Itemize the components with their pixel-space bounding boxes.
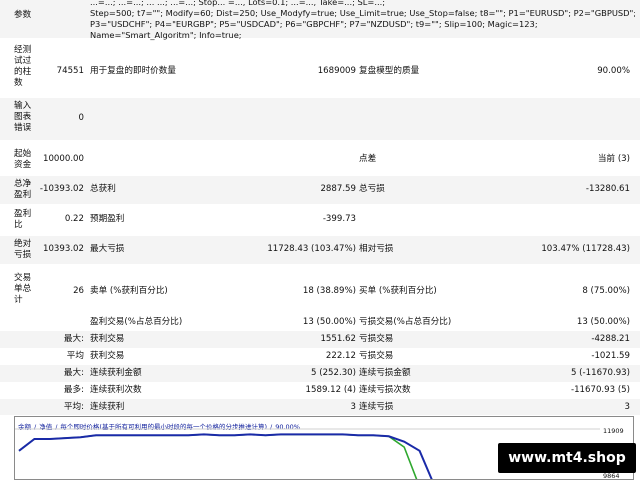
- average-row: 平均 获利交易 222.12 亏损交易 -1021.59: [0, 348, 640, 365]
- expected-payoff-value: -399.73: [322, 214, 356, 224]
- modelling-quality-value: 90.00%: [597, 66, 630, 76]
- spread-label: 点差: [359, 154, 377, 164]
- short-positions-value: 18 (38.89%): [302, 286, 356, 296]
- profit-factor-value: 0.22: [64, 214, 84, 224]
- balance-line: [18, 433, 433, 479]
- bars-tested-row: 经测试过的柱数 74551 用于复盘的即时价数量 1689009 复盘模型的质量…: [0, 42, 640, 98]
- maximal-drawdown-value: 11728.43 (103.47%): [267, 244, 356, 254]
- avg-consecutive-wins-value: 3: [350, 402, 356, 412]
- profit-factor-row: 盈利比 0.22 预期盈利 -399.73: [0, 206, 640, 234]
- parameters-text: ...=...; ...=...; ... ...; ...=...; Stop…: [90, 0, 635, 41]
- average-loss-value: -1021.59: [591, 351, 630, 361]
- largest-profit-value: 1551.62: [320, 334, 356, 344]
- spread-value: 当前 (3): [597, 154, 630, 164]
- gross-loss-value: -13280.61: [585, 184, 630, 194]
- max-consecutive-label: 最大:: [63, 368, 84, 378]
- win-loss-row: 盈利交易(%占总百分比) 13 (50.00%) 亏损交易(%占总百分比) 13…: [0, 314, 640, 331]
- largest-profit-label: 获利交易: [90, 334, 125, 344]
- max-consecutive-amount-row: 最多: 连续获利次数 1589.12 (4) 连续亏损次数 -11670.93 …: [0, 382, 640, 399]
- parameters-line: P3="USDCHF"; P4="EURGBP"; P5="USDCAD"; P…: [90, 19, 538, 29]
- total-trades-value: 26: [73, 286, 84, 296]
- max-consecutive-row: 最大: 连续获利金额 5 (252.30) 连续亏损金额 5 (-11670.9…: [0, 365, 640, 382]
- parameters-row: 参数 ...=...; ...=...; ... ...; ...=...; S…: [0, 0, 640, 41]
- avg-consecutive-losses-label: 连续亏损: [359, 402, 394, 412]
- net-profit-value: -10393.02: [39, 184, 84, 194]
- parameters-line: Name="Smart_Algoritm"; Info=true;: [90, 30, 242, 40]
- avg-consecutive-wins-label: 连续获利: [90, 402, 125, 412]
- consecutive-loss-label: 连续亏损次数: [359, 385, 411, 395]
- expected-payoff-label: 预期盈利: [90, 214, 125, 224]
- loss-trades-value: 13 (50.00%): [576, 317, 630, 327]
- largest-loss-label: 亏损交易: [359, 334, 394, 344]
- relative-drawdown-label: 相对亏损: [359, 244, 394, 254]
- average-profit-value: 222.12: [325, 351, 356, 361]
- initial-deposit-value: 10000.00: [42, 154, 84, 164]
- y-tick-label: 11909: [603, 427, 624, 435]
- profit-trades-label: 盈利交易(%占总百分比): [90, 317, 183, 327]
- bars-tested-value: 74551: [56, 66, 84, 76]
- total-trades-label: 交易单总计: [14, 273, 32, 305]
- average-loss-label: 亏损交易: [359, 351, 394, 361]
- average-consecutive-label: 平均:: [63, 402, 84, 412]
- equity-line: [18, 433, 418, 479]
- largest-loss-value: -4288.21: [591, 334, 630, 344]
- chart-errors-row: 输入图表错误 0: [0, 98, 640, 140]
- initial-deposit-row: 起始资金 10000.00 点差 当前 (3): [0, 146, 640, 174]
- largest-label: 最大:: [63, 334, 84, 344]
- consecutive-wins-value: 5 (252.30): [311, 368, 356, 378]
- long-positions-label: 买单 (%获利百分比): [359, 286, 437, 296]
- ticks-modelled-label: 用于复盘的即时价数量: [90, 66, 176, 76]
- y-tick-label: 9864: [603, 472, 620, 480]
- maximal-drawdown-label: 最大亏损: [90, 244, 125, 254]
- average-label: 平均: [66, 351, 84, 361]
- modelling-quality-label: 复盘模型的质量: [359, 66, 420, 76]
- chart-errors-value: 0: [78, 113, 84, 123]
- consecutive-losses-value: 5 (-11670.93): [570, 368, 630, 378]
- profit-factor-label: 盈利比: [14, 209, 32, 230]
- long-positions-value: 8 (75.00%): [582, 286, 630, 296]
- watermark-logo: www.mt4.shop: [498, 443, 636, 473]
- bars-tested-label: 经测试过的柱数: [14, 45, 32, 88]
- initial-deposit-label: 起始资金: [14, 149, 32, 170]
- parameters-line: Step=500; t7=""; Modify=60; Dist=250; Us…: [90, 8, 635, 18]
- avg-consecutive-losses-value: 3: [624, 402, 630, 412]
- gross-loss-label: 总亏损: [359, 184, 385, 194]
- consecutive-profit-label: 连续获利次数: [90, 385, 142, 395]
- consecutive-profit-value: 1589.12 (4): [305, 385, 356, 395]
- parameters-label: 参数: [14, 10, 32, 20]
- gross-profit-value: 2887.59: [320, 184, 356, 194]
- profit-trades-value: 13 (50.00%): [302, 317, 356, 327]
- consecutive-wins-label: 连续获利金额: [90, 368, 142, 378]
- chart-errors-label: 输入图表错误: [14, 101, 32, 133]
- strategy-tester-report: 参数 ...=...; ...=...; ... ...; ...=...; S…: [0, 0, 640, 415]
- consecutive-loss-value: -11670.93 (5): [570, 385, 630, 395]
- average-consecutive-row: 平均: 连续获利 3 连续亏损 3: [0, 399, 640, 415]
- ticks-modelled-value: 1689009: [317, 66, 356, 76]
- absolute-drawdown-value: 10393.02: [42, 244, 84, 254]
- largest-row: 最大: 获利交易 1551.62 亏损交易 -4288.21: [0, 331, 640, 348]
- short-positions-label: 卖单 (%获利百分比): [90, 286, 168, 296]
- relative-drawdown-value: 103.47% (11728.43): [541, 244, 630, 254]
- consecutive-losses-label: 连续亏损金额: [359, 368, 411, 378]
- net-profit-row: 总净盈利 -10393.02 总获利 2887.59 总亏损 -13280.61: [0, 176, 640, 204]
- parameters-line: ...=...; ...=...; ... ...; ...=...; Stop…: [90, 0, 386, 7]
- max-consecutive-amount-label: 最多:: [63, 385, 84, 395]
- drawdown-row: 绝对亏损 10393.02 最大亏损 11728.43 (103.47%) 相对…: [0, 236, 640, 264]
- gross-profit-label: 总获利: [90, 184, 116, 194]
- loss-trades-label: 亏损交易(%占总百分比): [359, 317, 452, 327]
- total-trades-row: 交易单总计 26 卖单 (%获利百分比) 18 (38.89%) 买单 (%获利…: [0, 270, 640, 312]
- average-profit-label: 获利交易: [90, 351, 125, 361]
